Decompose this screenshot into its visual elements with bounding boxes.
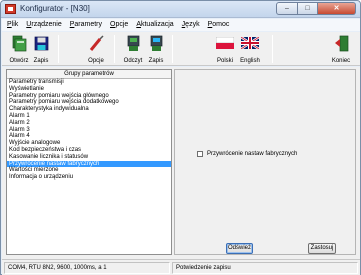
polish-language-label: Polski [216,58,233,64]
exit-button-label: Koniec [331,58,351,64]
menu-urzadzenie[interactable]: Urządzenie [26,19,61,31]
parameter-group-item[interactable]: Alarm 2 [7,120,171,127]
exit-button[interactable]: Koniec [329,33,353,65]
refresh-button[interactable]: Odśwież [226,243,253,254]
factory-reset-label: Przywrócenie nastaw fabrycznych [207,151,298,157]
toolbar-separator [172,35,173,63]
parameter-group-item[interactable]: Wartości mierzone [7,167,171,174]
floppy-disk-icon [34,36,49,51]
save-file-button[interactable]: Zapis [29,33,53,65]
title-bar[interactable]: Konfigurator - [N30] – □ ✕ [1,1,360,18]
menu-bar: Plik Urządzenie Parametry Opcje Aktualiz… [2,19,360,31]
menu-opcje[interactable]: Opcje [110,19,128,31]
open-button[interactable]: Otwórz [7,33,31,65]
write-button-label: Zapis [148,58,164,64]
menu-pomoc-label: omoc [212,21,230,28]
menu-opcje-label: pcje [115,21,129,28]
parameter-group-item[interactable]: Parametry transmisji [7,79,171,86]
app-icon [5,4,16,14]
parameter-group-item[interactable]: Parametry pomiaru wejścia dodatkowego [7,99,171,106]
settings-panel: Przywrócenie nastaw fabrycznych Odśwież … [174,69,356,255]
menu-urzadzenie-label: rządzenie [31,21,62,28]
screwdriver-icon [89,35,104,51]
menu-parametry-label: arametry [74,21,103,28]
parameter-groups-panel: Grupy parametrów Parametry transmisji Wyś… [6,69,172,255]
polish-language-button[interactable]: Polski [214,33,236,65]
menu-jezyk-label: ęzyk [185,21,200,28]
menu-jezyk[interactable]: Język [182,19,200,31]
menu-aktualizacja[interactable]: Aktualizacja [136,19,173,31]
parameter-group-item[interactable]: Przywrócenie nastaw fabrycznych [7,160,171,168]
main-area: Grupy parametrów Parametry transmisji Wyś… [2,67,360,259]
toolbar-separator [114,35,115,63]
write-device-icon [150,35,163,51]
parameter-group-item[interactable]: Kasowanie licznika i statusów [7,154,171,161]
parameter-group-item[interactable]: Informacja o urządzeniu [7,174,171,181]
factory-reset-checkbox[interactable] [197,151,203,157]
open-folder-icon [12,35,27,52]
open-button-label: Otwórz [9,58,29,64]
menu-pomoc[interactable]: Pomoc [208,19,230,31]
parameter-groups-header: Grupy parametrów [7,70,171,79]
toolbar-separator [58,35,59,63]
toolbar-separator [272,35,273,63]
parameter-group-item[interactable]: Alarm 1 [7,113,171,120]
parameter-group-item[interactable]: Alarm 4 [7,133,171,140]
parameter-group-item[interactable]: Wyjście analogowe [7,140,171,147]
options-button[interactable]: Opcje [84,33,108,65]
window-controls: – □ ✕ [276,2,356,15]
maximize-button[interactable]: □ [298,2,318,15]
minimize-button[interactable]: – [276,2,298,15]
toolbar: Otwórz Zapis Opcje Odczyt Zapis Polski E… [2,32,360,66]
parameter-group-item[interactable]: Wyświetlanie [7,86,171,93]
parameter-group-item[interactable]: Charakterystyka indywidualna [7,106,171,113]
write-button[interactable]: Zapis [144,33,168,65]
factory-reset-option[interactable]: Przywrócenie nastaw fabrycznych [197,151,297,157]
uk-flag-icon [241,37,259,49]
parameter-groups-list: Parametry transmisji Wyświetlanie Parametr… [7,79,171,181]
close-button[interactable]: ✕ [318,2,356,15]
status-message: Potwiedzenie zapisu [172,262,358,274]
polish-flag-icon [216,37,234,49]
menu-plik-label: lik [11,21,19,28]
parameter-group-item[interactable]: Alarm 3 [7,127,171,134]
exit-door-icon [335,35,349,52]
options-button-label: Opcje [88,58,104,64]
connection-status: COM4, RTU 8N2, 9600, 1000ms, a 1 [4,262,170,274]
menu-plik[interactable]: Plik [7,19,18,31]
english-language-button[interactable]: English [238,33,262,65]
apply-button[interactable]: Zastosuj [308,243,336,254]
read-button-label: Odczyt [123,58,143,64]
app-window: Konfigurator - [N30] – □ ✕ Plik Urządzen… [0,0,361,275]
menu-parametry[interactable]: Parametry [70,19,102,31]
parameter-group-item[interactable]: Parametry pomiaru wejścia głównego [7,93,171,100]
read-button[interactable]: Odczyt [121,33,145,65]
window-title: Konfigurator - [N30] [20,4,90,13]
status-bar: COM4, RTU 8N2, 9600, 1000ms, a 1 Potwied… [2,259,360,275]
menu-aktualizacja-label: ktualizacja [140,21,174,28]
parameter-group-item[interactable]: Kod bezpieczeństwa i czas [7,147,171,154]
english-language-label: English [240,58,260,64]
save-file-button-label: Zapis [33,58,49,64]
read-device-icon [127,35,140,51]
